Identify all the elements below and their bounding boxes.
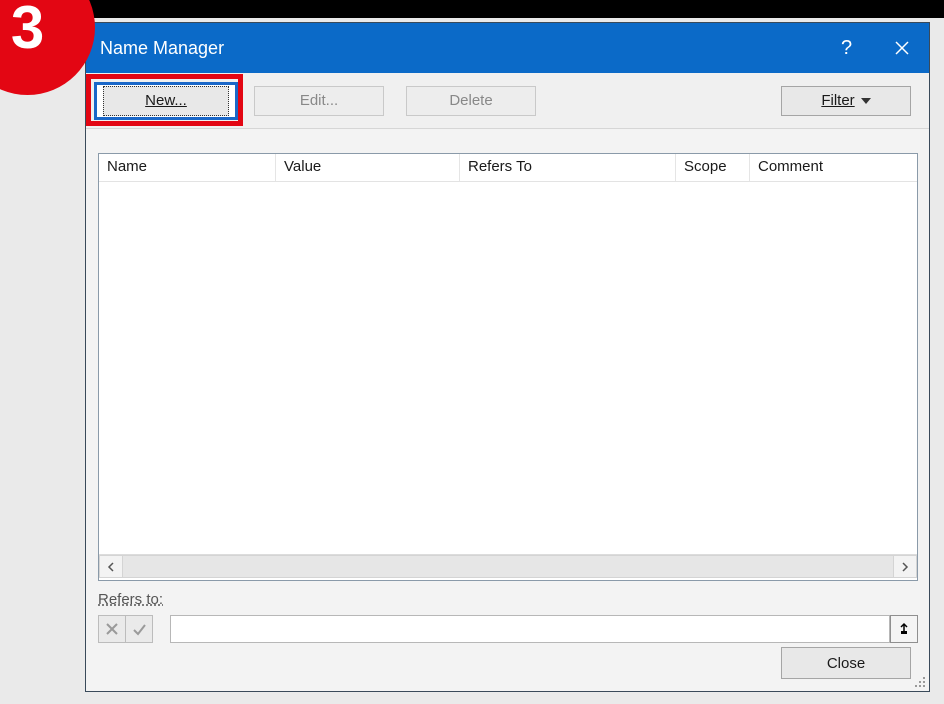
confirm-edit-button	[125, 615, 153, 643]
name-manager-dialog: Name Manager ? New... Edit... Delete Fil…	[85, 22, 930, 692]
top-black-bar	[0, 0, 944, 18]
col-header-value[interactable]: Value	[276, 154, 460, 181]
delete-button: Delete	[406, 86, 536, 116]
scroll-track[interactable]	[123, 555, 893, 578]
delete-button-label: Delete	[449, 92, 492, 109]
check-icon	[131, 621, 147, 637]
close-icon	[894, 40, 910, 56]
scroll-right-button[interactable]	[893, 555, 917, 578]
chevron-right-icon	[900, 562, 910, 572]
refers-to-input[interactable]	[170, 615, 890, 643]
col-header-name[interactable]: Name	[99, 154, 276, 181]
scroll-left-button[interactable]	[99, 555, 123, 578]
range-select-icon	[897, 622, 911, 636]
cancel-icon	[104, 621, 120, 637]
refers-to-label: Refers to:	[98, 591, 163, 608]
col-header-scope[interactable]: Scope	[676, 154, 750, 181]
cancel-edit-button	[98, 615, 126, 643]
new-button-focus-frame: New...	[94, 82, 238, 120]
collapse-dialog-button[interactable]	[890, 615, 918, 643]
new-button[interactable]: New...	[103, 86, 229, 116]
edit-button: Edit...	[254, 86, 384, 116]
list-body-empty	[99, 182, 917, 554]
dialog-title: Name Manager	[86, 38, 819, 59]
filter-button-label: Filter	[821, 92, 854, 109]
new-button-label: New...	[145, 92, 187, 109]
caret-down-icon	[861, 98, 871, 104]
chevron-left-icon	[106, 562, 116, 572]
horizontal-scrollbar[interactable]	[99, 554, 917, 578]
close-button[interactable]: Close	[781, 647, 911, 679]
refers-to-row	[98, 615, 918, 643]
list-header: Name Value Refers To Scope Comment	[99, 154, 917, 182]
resize-grip[interactable]	[913, 675, 927, 689]
help-button[interactable]: ?	[819, 23, 874, 73]
names-list: Name Value Refers To Scope Comment	[98, 153, 918, 581]
col-header-comment[interactable]: Comment	[750, 154, 917, 181]
titlebar: Name Manager ?	[86, 23, 929, 73]
close-button-label: Close	[827, 655, 865, 672]
col-header-refers[interactable]: Refers To	[460, 154, 676, 181]
step-badge: 3	[0, 0, 95, 95]
edit-button-label: Edit...	[300, 92, 338, 109]
filter-button[interactable]: Filter	[781, 86, 911, 116]
toolbar: New... Edit... Delete Filter	[86, 73, 929, 129]
close-window-button[interactable]	[874, 23, 929, 73]
